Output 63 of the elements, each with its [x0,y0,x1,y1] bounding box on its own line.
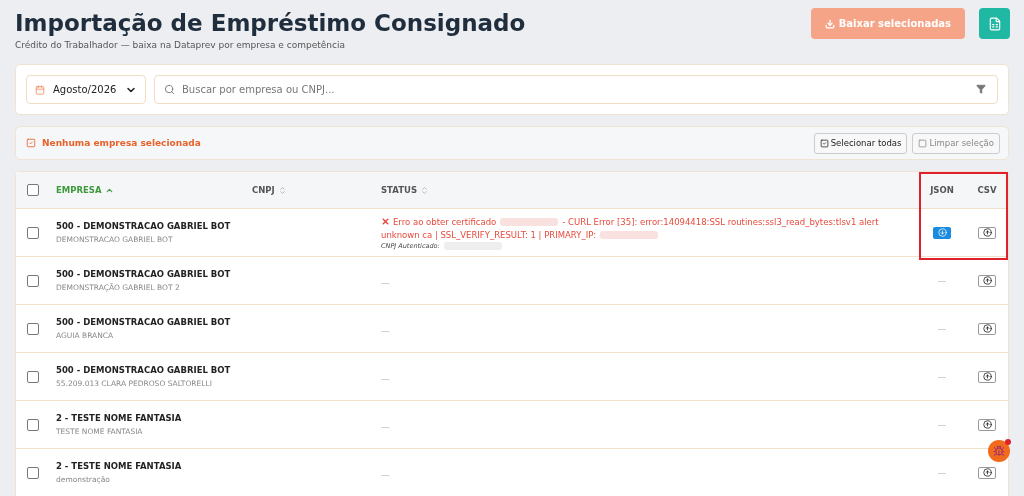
period-select[interactable]: Agosto/2026 [26,75,146,104]
upload-icon [982,372,992,381]
empty-status: — [381,374,390,384]
column-header[interactable]: CNPJ [252,185,381,195]
error-message: Erro ao obter certificado - CURL Error [35]: error:14094418:SSL routines:ssl3_read_bytes:tlsv1 alert unknown ca | SSL_VERIFY_RESULT: 1 | PRIMARY_IP: [381,215,880,242]
company-name: 2 - TESTE NOME FANTASIA [56,413,183,423]
csv-upload-button[interactable] [978,466,996,479]
row-checkbox[interactable] [27,370,39,383]
search-icon [164,84,175,95]
empty-status: — [381,278,390,288]
checked-box-icon [819,138,829,148]
empty-status: — [381,422,390,432]
company-name: 2 - TESTE NOME FANTASIA [56,461,183,471]
upload-icon [982,228,992,237]
redacted-block [600,231,659,239]
empty-status: — [381,470,390,480]
row-checkbox[interactable] [27,226,39,239]
empty-box-icon [918,138,928,148]
search-field[interactable]: Buscar por empresa ou CNPJ... [154,75,998,104]
column-header[interactable]: CSV [966,185,1008,195]
empty-status: — [381,326,390,336]
csv-upload-button[interactable] [978,226,996,239]
upload-icon [982,420,992,429]
checkbox-icon [26,138,36,148]
calendar-icon [35,84,45,95]
empty-json: — [936,467,948,478]
upload-icon [982,468,992,477]
row-checkbox[interactable] [27,418,39,431]
csv-upload-button[interactable] [978,418,996,431]
column-header[interactable]: JSON [918,185,966,195]
csv-upload-button[interactable] [978,370,996,383]
company-name: 500 - DEMONSTRACAO GABRIEL BOT [56,221,232,231]
empty-json: — [936,371,948,382]
select-all-checkbox[interactable] [27,184,39,196]
selection-status: Nenhuma empresa selecionada [26,138,201,148]
empty-json: — [936,323,948,334]
csv-upload-button[interactable] [978,274,996,287]
download-icon [824,18,835,29]
page-title: Importação de Empréstimo Consignado [15,9,526,38]
upload-icon [982,324,992,333]
company-name: 500 - DEMONSTRACAO GABRIEL BOT [56,317,232,327]
csv-upload-button[interactable] [978,322,996,335]
bug-icon [993,445,1005,457]
error-icon [381,216,390,226]
redacted-block [500,218,559,226]
empty-json: — [936,275,948,286]
upload-icon [982,276,992,285]
json-download-button[interactable] [933,226,951,239]
download-icon [937,228,947,237]
filter-icon [976,84,986,94]
notification-dot [1005,439,1011,445]
column-header[interactable]: STATUS [381,185,918,195]
clear-selection-button[interactable]: Limpar seleção [912,132,1000,154]
select-all-button[interactable]: Selecionar todas [813,132,908,154]
row-checkbox[interactable] [27,466,39,479]
row-checkbox[interactable] [27,322,39,335]
page-subtitle: Crédito do Trabalhador — baixa na Dataprev por empresa e competência [15,40,346,50]
row-checkbox[interactable] [27,274,39,287]
company-name: 500 - DEMONSTRACAO GABRIEL BOT [56,365,232,375]
company-name: 500 - DEMONSTRACAO GABRIEL BOT [56,269,232,279]
empty-json: — [936,419,948,430]
spreadsheet-icon [987,16,1002,31]
spreadsheet-export-button[interactable] [979,8,1010,39]
